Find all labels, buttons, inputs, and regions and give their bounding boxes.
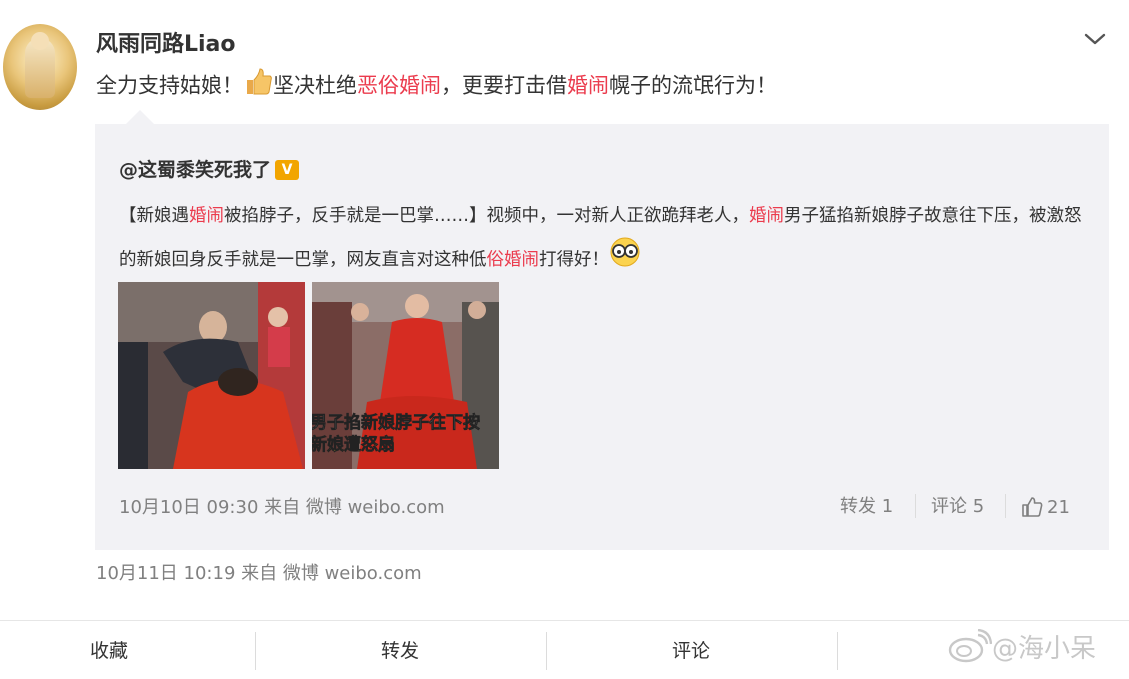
glasses-emoji [609, 237, 641, 283]
repost-timestamp[interactable]: 10月10日 09:30 来自 微博 weibo.com [119, 493, 445, 519]
like-icon [1022, 497, 1043, 517]
favorite-button[interactable]: 收藏 [90, 636, 128, 663]
avatar[interactable] [3, 24, 77, 110]
post-text-part: 全力支持姑娘！ [96, 73, 243, 98]
post-text-part: 幌子的流氓行为！ [609, 73, 777, 98]
post-text-part: ，更要打击借 [441, 73, 567, 98]
comment-button[interactable]: 评论 [672, 636, 710, 663]
divider [1005, 494, 1006, 518]
post-highlight[interactable]: 恶俗婚闹 [357, 74, 441, 98]
verified-badge-icon: V [275, 160, 300, 180]
like-count: 21 [1047, 496, 1070, 518]
repost-like-button[interactable]: 21 [1021, 492, 1070, 522]
repost-highlight[interactable]: 婚闹 [189, 206, 224, 226]
repost-text-part: 【新娘遇 [119, 206, 189, 226]
video-thumbnail[interactable]: 男子掐新娘脖子往下按 新娘遭怒扇 [312, 282, 499, 469]
repost-highlight[interactable]: 婚闹 [749, 206, 784, 226]
divider [546, 632, 547, 670]
repost-username[interactable]: @这蜀黍笑死我了 [119, 159, 271, 181]
post-highlight[interactable]: 婚闹 [567, 74, 609, 98]
divider [0, 620, 1129, 621]
video-thumbnail[interactable] [118, 282, 305, 469]
thumbnail-caption: 男子掐新娘脖子往下按 [312, 412, 480, 433]
post-text: 全力支持姑娘！ 坚决杜绝恶俗婚闹，更要打击借婚闹幌子的流氓行为！ [96, 67, 777, 106]
repost-text-part: 被掐脖子，反手就是一巴掌……】视频中，一对新人正欲跪拜老人， [224, 206, 749, 226]
repost-comment-button[interactable]: 评论 5 [931, 492, 984, 522]
divider [915, 494, 916, 518]
chevron-down-icon[interactable] [1083, 27, 1107, 51]
thumbnail-caption: 新娘遭怒扇 [312, 434, 395, 455]
divider [255, 632, 256, 670]
thumbs-up-emoji [243, 67, 273, 106]
post-text-part: 坚决杜绝 [273, 73, 357, 98]
repost-button[interactable]: 转发 [381, 636, 419, 663]
divider [837, 632, 838, 670]
repost-text: 【新娘遇婚闹被掐脖子，反手就是一巴掌……】视频中，一对新人正欲跪拜老人，婚闹男子… [119, 196, 1094, 283]
post-username[interactable]: 风雨同路Liao [96, 26, 236, 58]
weibo-logo-icon [948, 628, 993, 663]
repost-forward-button[interactable]: 转发 1 [840, 492, 893, 522]
watermark: @海小呆 [948, 628, 1096, 665]
post-timestamp[interactable]: 10月11日 10:19 来自 微博 weibo.com [96, 559, 422, 585]
repost-highlight[interactable]: 俗婚闹 [487, 250, 540, 270]
repost-notch [126, 110, 154, 124]
watermark-text: @海小呆 [992, 634, 1097, 664]
repost-text-part: 打得好！ [539, 250, 609, 270]
repost-username-line: @这蜀黍笑死我了 V [119, 155, 300, 182]
